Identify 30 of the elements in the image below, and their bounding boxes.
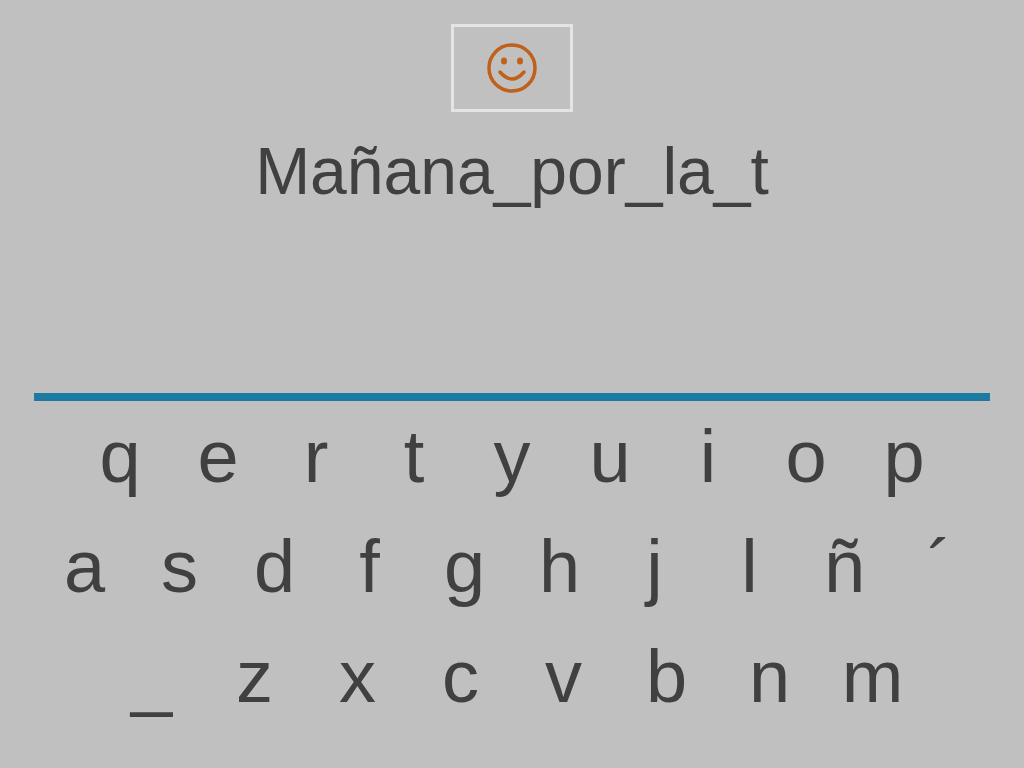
letter-key[interactable]: r xyxy=(267,406,365,506)
letter-key[interactable]: j xyxy=(607,516,702,616)
feedback-button[interactable] xyxy=(451,24,573,112)
letter-key[interactable]: h xyxy=(512,516,607,616)
letter-key[interactable]: s xyxy=(132,516,227,616)
letter-key[interactable]: v xyxy=(512,626,615,726)
letter-key[interactable]: f xyxy=(322,516,417,616)
letter-key[interactable]: a xyxy=(37,516,132,616)
letter-key[interactable]: o xyxy=(757,406,855,506)
letter-key[interactable]: ´ xyxy=(892,516,987,616)
letter-key[interactable]: t xyxy=(365,406,463,506)
letter-key[interactable]: m xyxy=(821,626,924,726)
letter-key[interactable]: ñ xyxy=(797,516,892,616)
letter-key[interactable]: u xyxy=(561,406,659,506)
letter-key[interactable]: i xyxy=(659,406,757,506)
letter-key[interactable]: n xyxy=(718,626,821,726)
letter-key[interactable]: y xyxy=(463,406,561,506)
letter-key[interactable]: _ xyxy=(100,626,203,726)
letter-key[interactable]: e xyxy=(169,406,267,506)
letter-key[interactable]: c xyxy=(409,626,512,726)
letter-key[interactable]: d xyxy=(227,516,322,616)
smiley-icon xyxy=(486,42,538,94)
letter-key[interactable]: z xyxy=(203,626,306,726)
letter-key[interactable]: g xyxy=(417,516,512,616)
letter-key[interactable]: b xyxy=(615,626,718,726)
letter-key[interactable]: p xyxy=(855,406,953,506)
letter-key[interactable]: l xyxy=(702,516,797,616)
answer-text: Mañana_por_la_t xyxy=(255,133,769,210)
letter-key[interactable]: x xyxy=(306,626,409,726)
letter-key[interactable]: q xyxy=(71,406,169,506)
